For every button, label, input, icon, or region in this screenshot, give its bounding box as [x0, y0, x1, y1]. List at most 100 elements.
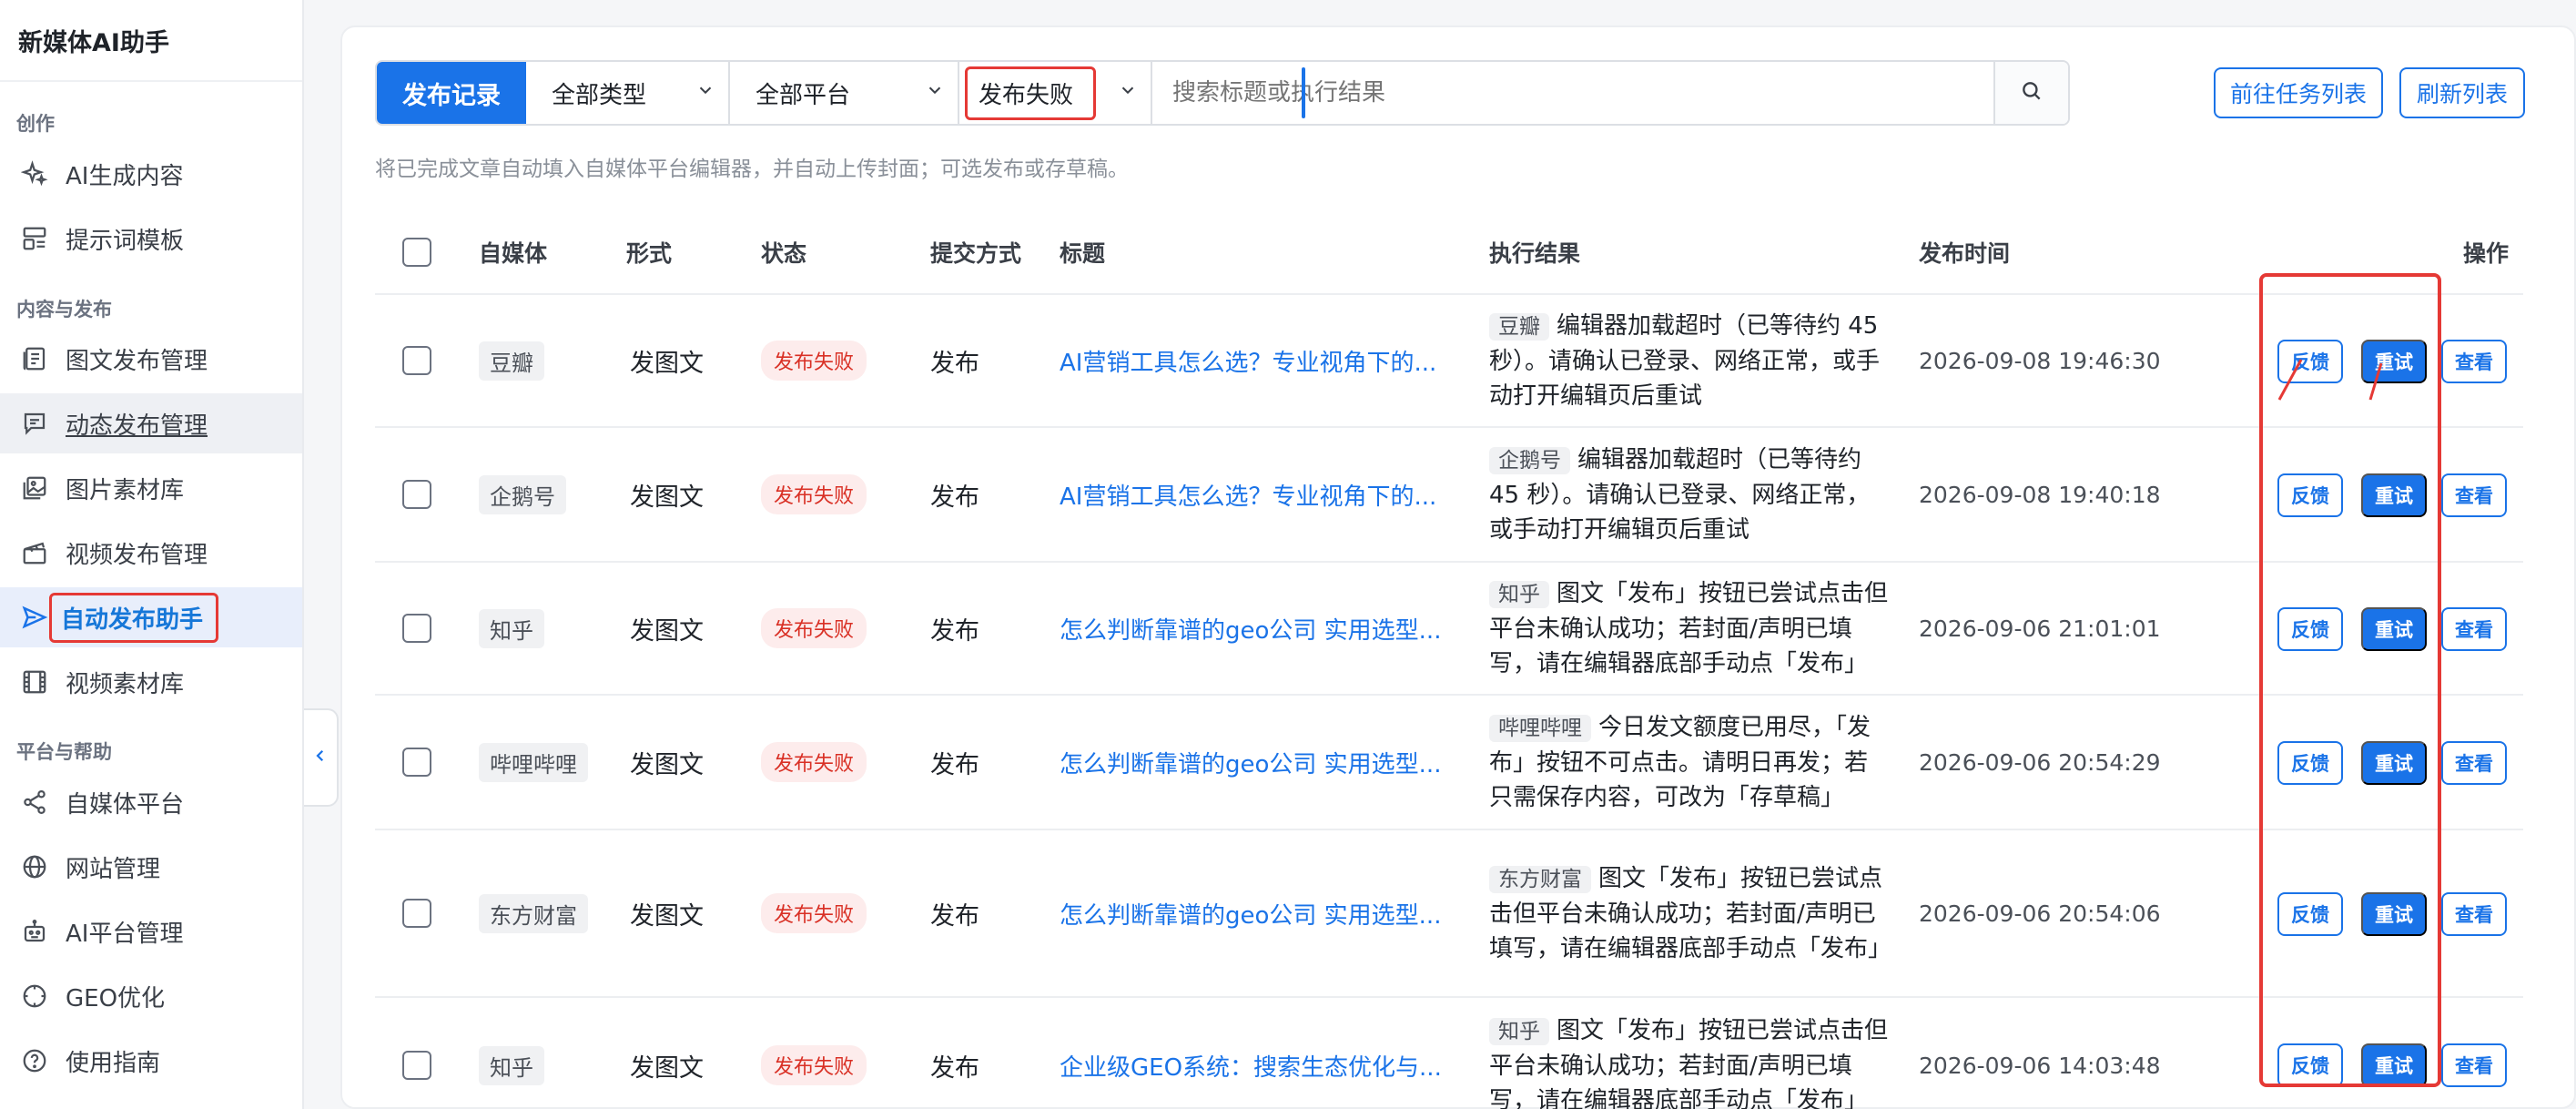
title-link[interactable]: 企业级GEO系统：搜索生态优化与...: [1060, 1049, 1442, 1083]
status-badge: 发布失败: [761, 742, 867, 782]
sidebar-item-label: 网站管理: [66, 855, 161, 883]
chevron-left-icon: [312, 748, 329, 768]
table-row: 知乎 发图文 发布失败 发布 怎么判断靠谱的geo公司 实用选型... 知乎 图文…: [375, 563, 2523, 696]
row-checkbox[interactable]: [402, 346, 431, 375]
goto-task-list-button[interactable]: 前往任务列表: [2214, 67, 2383, 118]
feedback-button[interactable]: 反馈: [2277, 741, 2343, 785]
search-input[interactable]: [1152, 62, 1993, 124]
row-checkbox[interactable]: [402, 899, 431, 928]
sidebar-item-label: 视频素材库: [66, 670, 185, 698]
feedback-button[interactable]: 反馈: [2277, 473, 2343, 517]
sidebar-item-label: AI平台管理: [66, 920, 184, 948]
sidebar-item-media-platforms[interactable]: 自媒体平台: [0, 772, 302, 832]
title-link[interactable]: AI营销工具怎么选？专业视角下的...: [1060, 478, 1436, 512]
sidebar-collapse-button[interactable]: [304, 708, 339, 807]
sidebar-item-auto-publish[interactable]: 自动发布助手: [0, 587, 302, 647]
form-cell: 发图文: [630, 483, 704, 512]
feedback-button[interactable]: 反馈: [2277, 340, 2343, 383]
media-tag: 豆瓣: [479, 341, 544, 381]
row-checkbox[interactable]: [402, 614, 431, 643]
title-link[interactable]: 怎么判断靠谱的geo公司 实用选型...: [1060, 897, 1441, 931]
publish-time: 2026-09-08 19:46:30: [1919, 347, 2161, 374]
robot-icon: [20, 917, 49, 946]
sidebar-item-guide[interactable]: 使用指南: [0, 1031, 302, 1091]
retry-button[interactable]: 重试: [2361, 741, 2427, 785]
retry-button[interactable]: 重试: [2361, 892, 2427, 936]
view-button[interactable]: 查看: [2441, 473, 2507, 517]
media-cell: 豆瓣: [479, 295, 544, 426]
feedback-button[interactable]: 反馈: [2277, 1043, 2343, 1087]
sidebar-item-image-library[interactable]: 图片素材库: [0, 458, 302, 518]
status-cell: 发布失败: [761, 830, 867, 996]
media-cell: 哔哩哔哩: [479, 696, 588, 829]
row-checkbox[interactable]: [402, 748, 431, 777]
search-icon: [2020, 79, 2044, 107]
type-select[interactable]: 全部类型: [526, 62, 730, 124]
time-cell: 2026-09-06 21:01:01: [1919, 563, 2161, 694]
retry-button[interactable]: 重试: [2361, 340, 2427, 383]
sidebar-item-prompt-templates[interactable]: 提示词模板: [0, 209, 302, 269]
sidebar-item-dynamic-publish[interactable]: 动态发布管理: [0, 393, 302, 453]
result-tag: 知乎: [1489, 1017, 1549, 1045]
time-cell: 2026-09-06 20:54:29: [1919, 696, 2161, 829]
platform-select-value: 全部平台: [756, 81, 851, 109]
view-button[interactable]: 查看: [2441, 1043, 2507, 1087]
title-link[interactable]: 怎么判断靠谱的geo公司 实用选型...: [1060, 612, 1441, 646]
sidebar: 新媒体AI助手 创作 AI生成内容 提示词模板 内容与发布 图文发布管理 动态发…: [0, 0, 304, 1109]
title-cell: 企业级GEO系统：搜索生态优化与...: [1060, 998, 1442, 1109]
publish-time: 2026-09-06 20:54:29: [1919, 748, 2161, 776]
media-tag: 东方财富: [479, 893, 588, 933]
sidebar-item-video-publish[interactable]: 视频发布管理: [0, 523, 302, 583]
send-icon: [20, 603, 49, 632]
sidebar-item-ai-content[interactable]: AI生成内容: [0, 144, 302, 204]
sidebar-item-ai-platforms[interactable]: AI平台管理: [0, 901, 302, 961]
sidebar-item-article-publish[interactable]: 图文发布管理: [0, 329, 302, 389]
status-select[interactable]: 发布失败: [959, 62, 1152, 124]
sidebar-item-label: 使用指南: [66, 1049, 161, 1077]
submit-cell: 发布: [930, 616, 979, 646]
title-cell: AI营销工具怎么选？专业视角下的...: [1060, 295, 1436, 426]
refresh-list-button[interactable]: 刷新列表: [2399, 67, 2525, 118]
row-checkbox-cell: [402, 295, 431, 426]
view-button[interactable]: 查看: [2441, 607, 2507, 651]
status-cell: 发布失败: [761, 998, 867, 1109]
feedback-button[interactable]: 反馈: [2277, 607, 2343, 651]
row-checkbox[interactable]: [402, 480, 431, 509]
group-title-create: 创作: [16, 113, 55, 135]
status-select-value: 发布失败: [965, 66, 1097, 120]
media-cell: 东方财富: [479, 830, 588, 996]
submit-cell: 发布: [930, 483, 979, 512]
result-cell: 哔哩哔哩 今日发文额度已用尽，「发布」按钮不可点击。请明日再发；若只需保存内容，可…: [1489, 696, 1890, 829]
view-button[interactable]: 查看: [2441, 741, 2507, 785]
title-cell: AI营销工具怎么选？专业视角下的...: [1060, 428, 1436, 561]
column-header-ops: 操作: [2463, 240, 2510, 267]
retry-button[interactable]: 重试: [2361, 607, 2427, 651]
publish-records-label: 发布记录: [377, 62, 526, 124]
retry-button[interactable]: 重试: [2361, 1043, 2427, 1087]
film-icon: [20, 667, 49, 697]
title-link[interactable]: 怎么判断靠谱的geo公司 实用选型...: [1060, 746, 1441, 779]
title-link[interactable]: AI营销工具怎么选？专业视角下的...: [1060, 344, 1436, 378]
platform-select[interactable]: 全部平台: [730, 62, 959, 124]
search-button[interactable]: [1993, 62, 2068, 124]
globe-icon: [20, 852, 49, 881]
sidebar-item-label: 提示词模板: [66, 227, 185, 255]
chevron-down-icon: [925, 79, 945, 107]
result-cell: 企鹅号 编辑器加载超时（已等待约 45 秒）。请确认已登录、网络正常，或手动打开编…: [1489, 428, 1890, 561]
sidebar-item-site-management[interactable]: 网站管理: [0, 837, 302, 897]
status-badge: 发布失败: [761, 341, 867, 381]
select-all-checkbox[interactable]: [402, 238, 431, 267]
sidebar-item-geo[interactable]: GEO优化: [0, 966, 302, 1026]
retry-button[interactable]: 重试: [2361, 473, 2427, 517]
view-button[interactable]: 查看: [2441, 340, 2507, 383]
result-tag: 知乎: [1489, 580, 1549, 608]
status-cell: 发布失败: [761, 563, 867, 694]
column-header-status: 状态: [761, 240, 807, 267]
row-checkbox[interactable]: [402, 1051, 431, 1080]
view-button[interactable]: 查看: [2441, 892, 2507, 936]
sidebar-item-label: 图文发布管理: [66, 347, 208, 375]
sidebar-item-video-library[interactable]: 视频素材库: [0, 652, 302, 712]
feedback-button[interactable]: 反馈: [2277, 892, 2343, 936]
select-all-cell: [402, 209, 431, 295]
message-icon: [20, 409, 49, 438]
